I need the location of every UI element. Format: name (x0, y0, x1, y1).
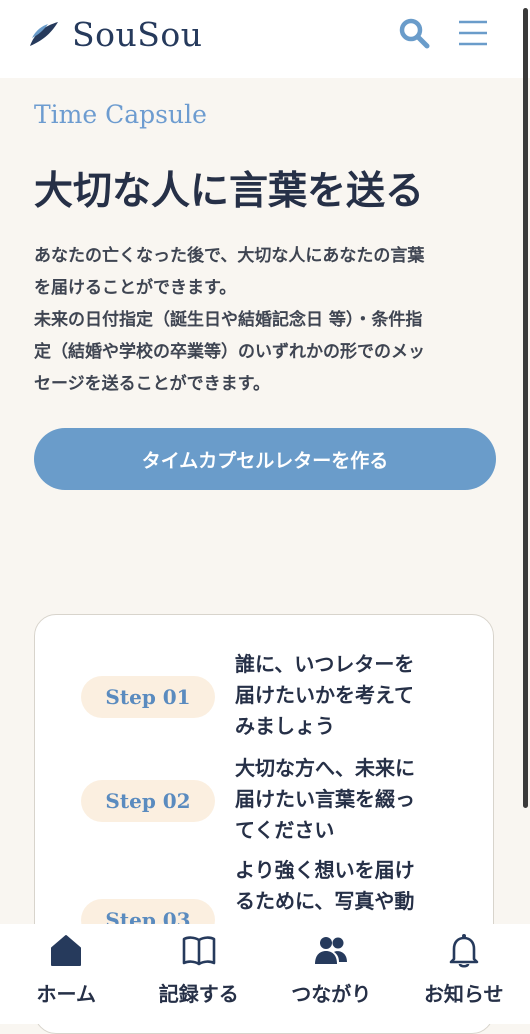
hamburger-menu-icon (459, 20, 487, 46)
nav-label: 記録する (158, 982, 239, 1006)
nav-label: ホーム (36, 982, 96, 1006)
nav-item-record[interactable]: 記録する (139, 924, 259, 1024)
section-eyebrow: Time Capsule (34, 100, 207, 129)
leaf-logo-icon (30, 22, 58, 46)
step-text: 誰に、いつレターを 届けたいかを考えて みましょう (235, 649, 455, 742)
step-line: 届けたいかを考えて (235, 683, 414, 707)
people-icon (315, 937, 348, 964)
scrollbar[interactable] (523, 8, 528, 808)
description-line: セージを送ることができます。 (34, 374, 270, 394)
description-line: を届けることができます。 (34, 278, 237, 298)
description-line: 定（結婚や学校の卒業等）のいずれかの形でのメッ (34, 342, 425, 362)
step-text: 大切な方へ、未来に 届けたい言葉を綴っ てください (235, 753, 455, 846)
create-time-capsule-button[interactable]: タイムカプセルレターを作る (34, 428, 496, 490)
description-line: 未来の日付指定（誕生日や結婚記念日 等）・条件指 (34, 310, 423, 330)
step-line: 大切な方へ、未来に (235, 756, 415, 780)
nav-label: つながり (291, 982, 372, 1006)
brand-name: SouSou (72, 14, 203, 54)
nav-label: お知らせ (423, 982, 504, 1006)
step-line: てください (235, 818, 335, 842)
book-icon (182, 936, 216, 966)
step-badge: Step 01 (81, 676, 215, 718)
step-line: より強く想いを届け (235, 858, 415, 882)
step-line: るために、写真や動 (235, 889, 415, 913)
bottom-navigation: ホーム 記録する つながり お知らせ (0, 924, 530, 1024)
search-icon (399, 18, 430, 49)
app-header: SouSou (0, 0, 530, 78)
step-badge: Step 02 (81, 780, 215, 822)
search-button[interactable] (397, 16, 431, 50)
description-line: あなたの亡くなった後で、大切な人にあなたの言葉 (34, 246, 425, 266)
page-title: 大切な人に言葉を送る (34, 169, 425, 214)
nav-item-connections[interactable]: つながり (271, 924, 391, 1024)
nav-item-notifications[interactable]: お知らせ (404, 924, 524, 1024)
step-line: 誰に、いつレターを (235, 652, 415, 676)
bell-icon (449, 934, 479, 968)
step-line: みましょう (235, 714, 335, 738)
menu-button[interactable] (456, 16, 490, 50)
hero-description: あなたの亡くなった後で、大切な人にあなたの言葉 を届けることができます。 未来の… (34, 240, 496, 400)
step-line: 届けたい言葉を綴っ (235, 787, 415, 811)
home-icon (51, 935, 82, 966)
step-text: より強く想いを届け るために、写真や動 (235, 855, 455, 917)
brand-logo[interactable]: SouSou (26, 14, 202, 54)
nav-item-home[interactable]: ホーム (6, 924, 126, 1024)
